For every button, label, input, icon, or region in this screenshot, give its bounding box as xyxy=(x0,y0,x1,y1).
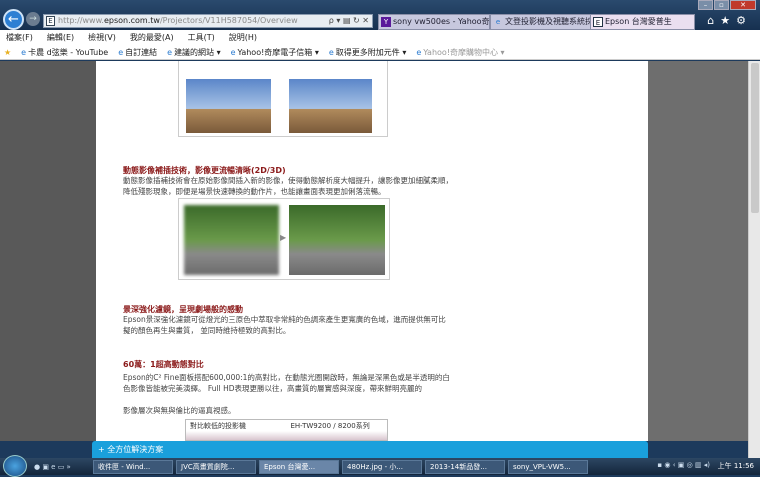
clock[interactable]: 上午 11:56 xyxy=(718,461,754,471)
table-header: 對比較低的投影機 xyxy=(190,422,246,430)
section-body: 動態影像插補技術會在原始影像間插入新的影像，使得動態解析度大幅提升，讓影像更加細… xyxy=(123,176,453,196)
ie-icon: e xyxy=(495,18,501,26)
fav-item[interactable]: e Yahoo!奇摩電子信箱 ▾ xyxy=(231,45,319,59)
contrast-table: 對比較低的投影機 EH-TW9200 / 8200系列 xyxy=(185,419,388,441)
browser-tools: ⌂★⚙ xyxy=(707,14,752,27)
window-controls: – ▫ ✕ xyxy=(698,0,756,10)
fav-item[interactable]: e 自訂連結 xyxy=(118,45,157,59)
menu-edit[interactable]: 編輯(E) xyxy=(47,30,74,45)
fav-item[interactable]: e 卡農 d弦樂 - YouTube xyxy=(21,45,108,59)
star-icon[interactable]: ★ xyxy=(720,14,736,27)
back-button[interactable]: ← xyxy=(3,9,24,30)
bike-image-blurred xyxy=(184,205,279,275)
yahoo-icon: Y xyxy=(381,17,391,27)
section-body: Epson景深強化濾鏡可從燈光的三原色中萃取非常純的色調來產生更寬廣的色域，進而… xyxy=(123,315,446,335)
menu-tools[interactable]: 工具(T) xyxy=(188,30,215,45)
fav-item[interactable]: e 建議的網站 ▾ xyxy=(167,45,220,59)
table-header: EH-TW9200 / 8200系列 xyxy=(290,422,370,430)
taskbar-item[interactable]: 收件匣 - Wind... xyxy=(93,459,173,474)
tab-wenden[interactable]: e 文登投影機及視聽系統採... xyxy=(490,14,600,30)
page-margin xyxy=(648,61,748,441)
address-bar[interactable]: E http://www.epson.com.tw/Projectors/V11… xyxy=(43,14,373,28)
site-icon: E xyxy=(46,16,55,26)
fav-item[interactable]: e Yahoo!奇摩購物中心 ▾ xyxy=(416,45,504,59)
maximize-button[interactable]: ▫ xyxy=(714,0,729,10)
section-body: 影像層次與無與倫比的逼真視感。 xyxy=(123,406,236,415)
taskbar-item[interactable]: 2013-14新品發... xyxy=(425,459,505,474)
section-title: 60萬：1超高動態對比 xyxy=(123,360,204,369)
castle-image-box xyxy=(178,61,388,137)
minimize-button[interactable]: – xyxy=(698,0,713,10)
arrow-icon: ▶ xyxy=(280,233,287,242)
menu-favorites[interactable]: 我的最愛(A) xyxy=(130,30,174,45)
castle-image-before xyxy=(186,79,271,133)
menu-file[interactable]: 檔案(F) xyxy=(6,30,33,45)
close-button[interactable]: ✕ xyxy=(730,0,756,10)
scrollbar[interactable] xyxy=(748,61,760,458)
tab-epson[interactable]: E Epson 台灣愛普生 xyxy=(590,14,695,30)
gear-icon[interactable]: ⚙ xyxy=(736,14,752,27)
bike-image-box: ▶ xyxy=(178,198,390,280)
favorites-star-icon[interactable]: ★ xyxy=(4,45,11,59)
taskbar: ● ▣ e ▭ » 收件匣 - Wind... JVC高畫質劇院... Epso… xyxy=(0,455,760,477)
start-button[interactable] xyxy=(3,455,27,477)
menu-help[interactable]: 說明(H) xyxy=(229,30,257,45)
menu-view[interactable]: 檢視(V) xyxy=(88,30,116,45)
section-body: Epson的C² Fine面板搭配600,000:1的高對比，在動態光圈開啟時，… xyxy=(123,373,450,393)
tab-sony[interactable]: Ysony vw500es - Yahoo奇... xyxy=(378,14,490,30)
forward-button[interactable]: → xyxy=(26,12,40,26)
quick-launch-icons[interactable]: ● ▣ e ▭ » xyxy=(34,463,90,471)
castle-image-after xyxy=(289,79,372,133)
taskbar-item[interactable]: JVC高畫質劇院... xyxy=(176,459,256,474)
title-bar: ← → E http://www.epson.com.tw/Projectors… xyxy=(0,0,760,30)
solutions-bar[interactable]: + 全方位解決方案 xyxy=(92,441,648,458)
system-tray-icons[interactable]: ▪ ◉ ‹ ▣ ◎ ▥ ◂) xyxy=(657,461,710,469)
bike-image-sharp xyxy=(289,205,385,275)
epson-icon: E xyxy=(593,17,603,27)
address-controls[interactable]: ρ ▾ ▤ ↻ ✕ xyxy=(329,15,369,27)
taskbar-item[interactable]: Epson 台灣愛... xyxy=(259,459,339,474)
home-icon[interactable]: ⌂ xyxy=(707,14,720,27)
taskbar-item[interactable]: 480Hz.jpg - 小... xyxy=(342,459,422,474)
page-viewport: 動態影像補插技術，影像更流暢清晰(2D/3D) 動態影像插補技術會在原始影像間插… xyxy=(0,61,748,441)
scrollbar-thumb[interactable] xyxy=(751,63,759,213)
taskbar-item[interactable]: sony_VPL-VW5... xyxy=(508,459,588,474)
fav-item[interactable]: e 取得更多附加元件 ▾ xyxy=(329,45,406,59)
menu-bar: 檔案(F) 編輯(E) 檢視(V) 我的最愛(A) 工具(T) 說明(H) xyxy=(0,30,760,45)
favorites-bar: ★ e 卡農 d弦樂 - YouTube e 自訂連結 e 建議的網站 ▾ e Yaho… xyxy=(0,45,760,60)
